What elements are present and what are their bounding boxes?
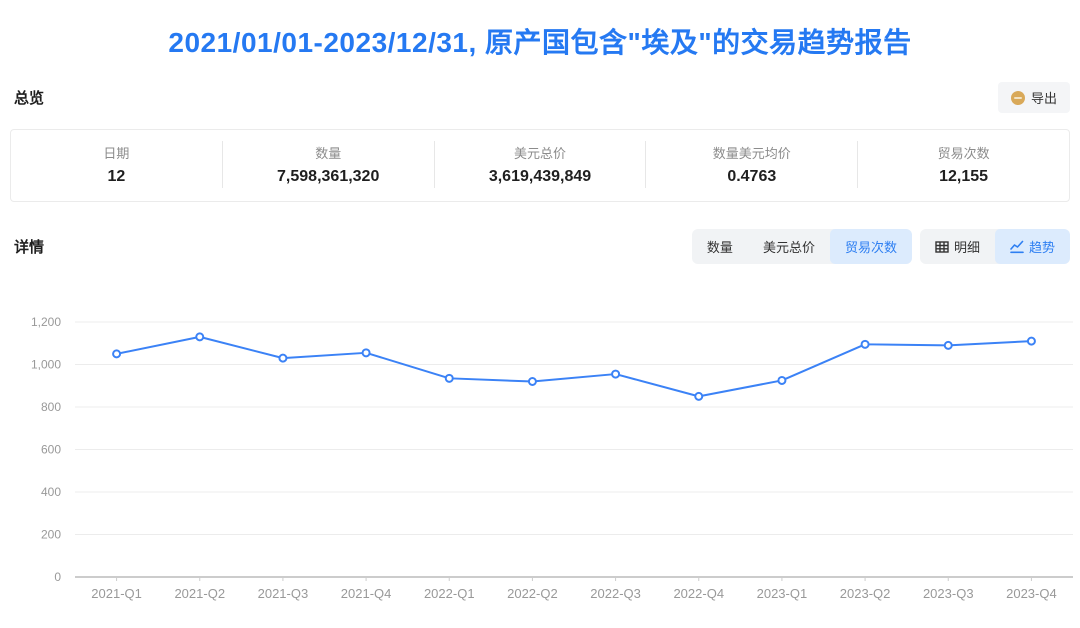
svg-text:1,200: 1,200 [31, 315, 61, 329]
stat-value: 12,155 [858, 168, 1069, 186]
export-button[interactable]: 导出 [998, 82, 1070, 113]
svg-text:600: 600 [41, 443, 61, 457]
table-icon [935, 240, 949, 254]
stat-usd-total: 美元总价 3,619,439,849 [434, 141, 646, 188]
svg-text:2023-Q3: 2023-Q3 [923, 586, 974, 601]
stat-value: 3,619,439,849 [435, 168, 646, 186]
stat-label: 数量美元均价 [646, 143, 857, 162]
stat-value: 0.4763 [646, 168, 857, 186]
stat-label: 贸易次数 [858, 143, 1069, 162]
tab-groups: 数量 美元总价 贸易次数 明细 趋势 [692, 229, 1070, 264]
svg-text:400: 400 [41, 485, 61, 499]
svg-text:2023-Q4: 2023-Q4 [1006, 586, 1057, 601]
metric-tab-trade-count[interactable]: 贸易次数 [830, 229, 912, 264]
stat-label: 美元总价 [435, 143, 646, 162]
stat-avg-usd-price: 数量美元均价 0.4763 [645, 141, 857, 188]
trend-line-chart: 0 200 400 600 800 1,000 1,200 2021-Q1 2021-Q2 202… [0, 288, 1080, 618]
view-tab-trend[interactable]: 趋势 [995, 229, 1070, 264]
metric-tab-usd-total[interactable]: 美元总价 [748, 229, 830, 264]
svg-text:0: 0 [54, 570, 61, 584]
svg-text:2022-Q4: 2022-Q4 [673, 586, 724, 601]
metric-tab-quantity[interactable]: 数量 [692, 229, 748, 264]
svg-text:2023-Q2: 2023-Q2 [840, 586, 891, 601]
overview-stats-card: 日期 12 数量 7,598,361,320 美元总价 3,619,439,84… [10, 129, 1070, 202]
svg-text:2023-Q1: 2023-Q1 [757, 586, 808, 601]
stat-date: 日期 12 [11, 141, 222, 188]
svg-text:2022-Q2: 2022-Q2 [507, 586, 558, 601]
overview-header-row: 总览 导出 [0, 82, 1080, 113]
svg-text:2021-Q3: 2021-Q3 [258, 586, 309, 601]
svg-text:1,000: 1,000 [31, 358, 61, 372]
svg-text:2021-Q4: 2021-Q4 [341, 586, 392, 601]
stat-quantity: 数量 7,598,361,320 [222, 141, 434, 188]
page-title: 2021/01/01-2023/12/31, 原产国包含"埃及"的交易趋势报告 [168, 21, 911, 61]
stat-label: 数量 [223, 143, 434, 162]
svg-text:2021-Q2: 2021-Q2 [174, 586, 225, 601]
svg-text:200: 200 [41, 528, 61, 542]
stat-value: 12 [11, 168, 222, 186]
svg-text:800: 800 [41, 400, 61, 414]
details-heading: 详情 [14, 236, 44, 257]
details-header-row: 详情 数量 美元总价 贸易次数 明细 [0, 229, 1080, 264]
view-tab-detail-label: 明细 [954, 237, 980, 256]
coin-icon [1011, 91, 1025, 105]
view-tab-trend-label: 趋势 [1029, 237, 1055, 256]
chart-canvas: 0 200 400 600 800 1,000 1,200 2021-Q1 2021-Q2 202… [0, 288, 1080, 618]
svg-text:2022-Q1: 2022-Q1 [424, 586, 475, 601]
view-tab-detail[interactable]: 明细 [920, 229, 995, 264]
metric-tab-group: 数量 美元总价 贸易次数 [692, 229, 912, 264]
title-bar: 2021/01/01-2023/12/31, 原产国包含"埃及"的交易趋势报告 [0, 0, 1080, 82]
stat-trade-count: 贸易次数 12,155 [857, 141, 1069, 188]
svg-text:2021-Q1: 2021-Q1 [91, 586, 142, 601]
export-label: 导出 [1031, 88, 1057, 107]
trend-icon [1010, 240, 1024, 254]
stat-label: 日期 [11, 143, 222, 162]
view-tab-group: 明细 趋势 [920, 229, 1070, 264]
svg-text:2022-Q3: 2022-Q3 [590, 586, 641, 601]
overview-heading: 总览 [14, 87, 44, 108]
stat-value: 7,598,361,320 [223, 168, 434, 186]
